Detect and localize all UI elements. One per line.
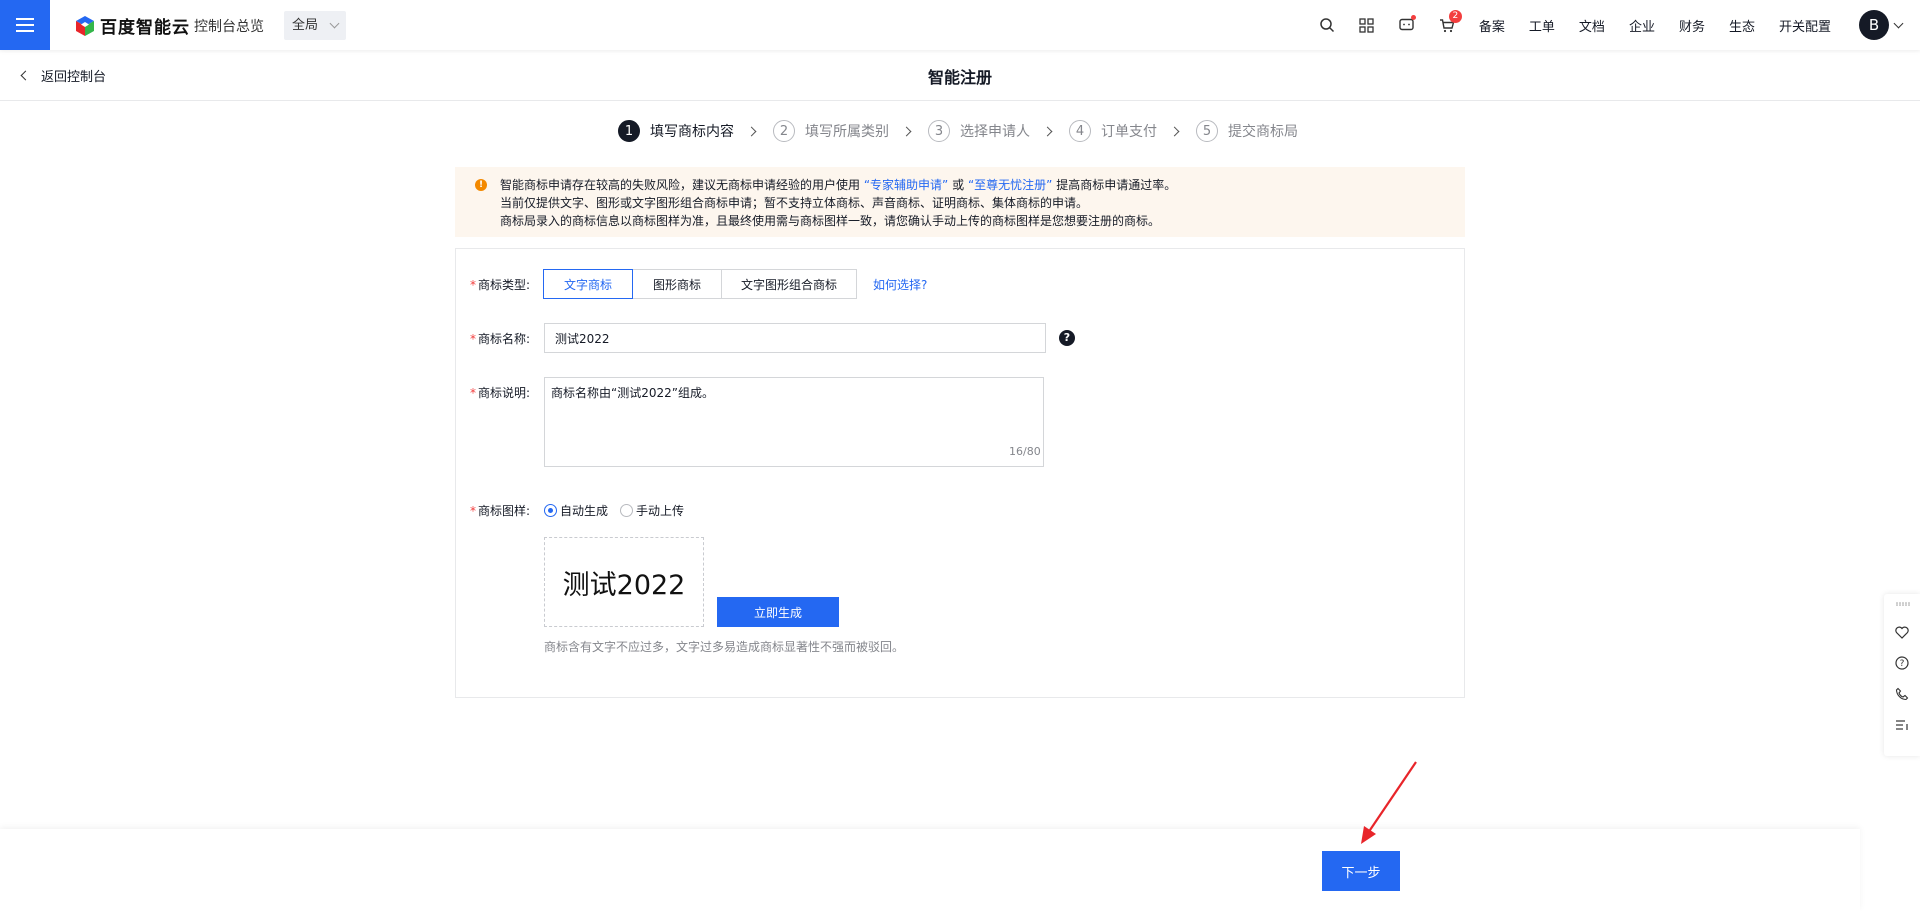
- nav-item-switch-config[interactable]: 开关配置: [1779, 16, 1831, 35]
- floating-side-toolbar: ?: [1884, 594, 1920, 756]
- phone-icon[interactable]: [1884, 679, 1920, 709]
- logo-text: 百度智能云: [100, 18, 190, 38]
- step-3: 3 选择申请人: [928, 120, 1030, 142]
- step-label: 填写所属类别: [805, 124, 889, 140]
- step-label: 选择申请人: [960, 124, 1030, 140]
- scope-select-value: 全局: [292, 18, 319, 33]
- trademark-desc-textarea[interactable]: 商标名称由“测试2022”组成。: [544, 377, 1044, 467]
- notice-line-3: 商标局录入的商标信息以商标图样为准，且最终使用需与商标图样一致，请您确认手动上传…: [500, 214, 1161, 228]
- apps-grid-icon[interactable]: [1347, 0, 1387, 50]
- how-to-choose-link[interactable]: 如何选择?: [873, 276, 927, 293]
- drag-handle-icon[interactable]: [1896, 602, 1910, 606]
- trademark-image-label: * 商标图样:: [470, 504, 531, 518]
- cart-badge: 2: [1448, 10, 1462, 23]
- svg-text:?: ?: [1900, 659, 1905, 669]
- baidu-cloud-logo[interactable]: 百度智能云: [74, 13, 190, 38]
- type-combined-button[interactable]: 文字图形组合商标: [721, 269, 857, 299]
- logo-cube-icon: [76, 15, 94, 36]
- step-label: 提交商标局: [1228, 124, 1298, 140]
- radio-manual-upload[interactable]: [620, 504, 634, 517]
- trademark-form: *商标类型: 文字商标 图形商标 文字图形组合商标 如何选择? *商标名称: ?…: [455, 248, 1465, 698]
- top-navigation-bar: 百度智能云 控制台总览 全局 2 备案 工单 文档 企业 财务 生态 开关配置 …: [0, 0, 1920, 50]
- notice-line-1: 智能商标申请存在较高的失败风险，建议无商标申请经验的用户使用 “专家辅助申请” …: [500, 176, 1465, 194]
- step-number: 4: [1069, 120, 1091, 142]
- type-graphic-button[interactable]: 图形商标: [632, 269, 722, 299]
- scope-select[interactable]: 全局: [284, 11, 346, 40]
- favorite-icon[interactable]: [1884, 617, 1920, 647]
- notice-text: 提高商标申请通过率。: [1056, 178, 1177, 192]
- message-dot: [1410, 15, 1416, 20]
- trademark-preview: 测试2022: [544, 537, 704, 627]
- message-icon[interactable]: [1387, 0, 1427, 50]
- chevron-right-icon: [746, 126, 757, 136]
- search-icon[interactable]: [1307, 0, 1347, 50]
- next-step-button[interactable]: 下一步: [1322, 851, 1400, 891]
- top-right-toolbar: 2 备案 工单 文档 企业 财务 生态 开关配置 B: [1307, 0, 1920, 50]
- type-text-button[interactable]: 文字商标: [543, 269, 633, 299]
- notice-text: 或: [952, 178, 965, 192]
- footer-action-bar: [0, 829, 1860, 911]
- step-label: 订单支付: [1101, 124, 1157, 140]
- radio-auto-label[interactable]: 自动生成: [560, 502, 608, 519]
- expert-assist-link[interactable]: “专家辅助申请”: [864, 178, 948, 192]
- char-counter: 16/80: [1009, 445, 1041, 458]
- nav-item-docs[interactable]: 文档: [1579, 16, 1605, 35]
- warning-icon: !: [475, 179, 487, 191]
- progress-steps: 1 填写商标内容 2 填写所属类别 3 选择申请人 4 订单支付 5 提交商标局: [618, 120, 1298, 142]
- notice-text: 智能商标申请存在较高的失败风险，建议无商标申请经验的用户使用: [500, 178, 861, 192]
- trademark-name-input[interactable]: [544, 323, 1046, 353]
- trademark-name-label: * 商标名称:: [470, 332, 531, 346]
- list-icon[interactable]: [1884, 710, 1920, 740]
- risk-notice: ! 智能商标申请存在较高的失败风险，建议无商标申请经验的用户使用 “专家辅助申请…: [455, 167, 1465, 237]
- generate-now-button[interactable]: 立即生成: [717, 597, 839, 627]
- chevron-right-icon: [901, 126, 912, 136]
- premium-register-link[interactable]: “至尊无忧注册”: [968, 178, 1052, 192]
- question-icon[interactable]: ?: [1884, 648, 1920, 678]
- radio-auto-generate[interactable]: [544, 504, 557, 517]
- nav-item-ticket[interactable]: 工单: [1529, 16, 1555, 35]
- nav-item-ecosystem[interactable]: 生态: [1729, 16, 1755, 35]
- step-number: 5: [1196, 120, 1218, 142]
- step-4: 4 订单支付: [1069, 120, 1157, 142]
- chevron-right-icon: [1042, 126, 1053, 136]
- console-overview-link[interactable]: 控制台总览: [194, 16, 264, 36]
- page-subheader: 返回控制台 智能注册: [0, 50, 1920, 101]
- notice-line-2: 当前仅提供文字、图形或文字图形组合商标申请；暂不支持立体商标、声音商标、证明商标…: [500, 196, 1089, 210]
- trademark-desc-label: * 商标说明:: [470, 386, 531, 400]
- text-length-hint: 商标含有文字不应过多，文字过多易造成商标显著性不强而被驳回。: [544, 640, 905, 654]
- page-title: 智能注册: [927, 68, 992, 87]
- step-2: 2 填写所属类别: [773, 120, 889, 142]
- trademark-type-group: 文字商标 图形商标 文字图形组合商标: [543, 269, 857, 299]
- nav-item-enterprise[interactable]: 企业: [1629, 16, 1655, 35]
- step-5: 5 提交商标局: [1196, 120, 1298, 142]
- chevron-right-icon: [1169, 126, 1180, 136]
- nav-item-beian[interactable]: 备案: [1479, 16, 1505, 35]
- trademark-type-label: * 商标类型:: [470, 278, 531, 292]
- cart-icon[interactable]: 2: [1427, 0, 1467, 50]
- image-source-radio-group: 自动生成 手动上传: [544, 502, 684, 519]
- avatar-chevron-down-icon[interactable]: [1893, 18, 1904, 28]
- menu-icon[interactable]: [0, 0, 50, 50]
- step-label: 填写商标内容: [650, 124, 734, 140]
- step-number: 3: [928, 120, 950, 142]
- step-number: 2: [773, 120, 795, 142]
- radio-manual-label[interactable]: 手动上传: [636, 502, 684, 519]
- step-number: 1: [618, 120, 640, 142]
- help-icon[interactable]: ?: [1059, 330, 1075, 346]
- avatar[interactable]: B: [1859, 10, 1889, 40]
- chevron-down-icon: [329, 18, 340, 29]
- nav-item-finance[interactable]: 财务: [1679, 16, 1705, 35]
- step-1: 1 填写商标内容: [618, 120, 734, 142]
